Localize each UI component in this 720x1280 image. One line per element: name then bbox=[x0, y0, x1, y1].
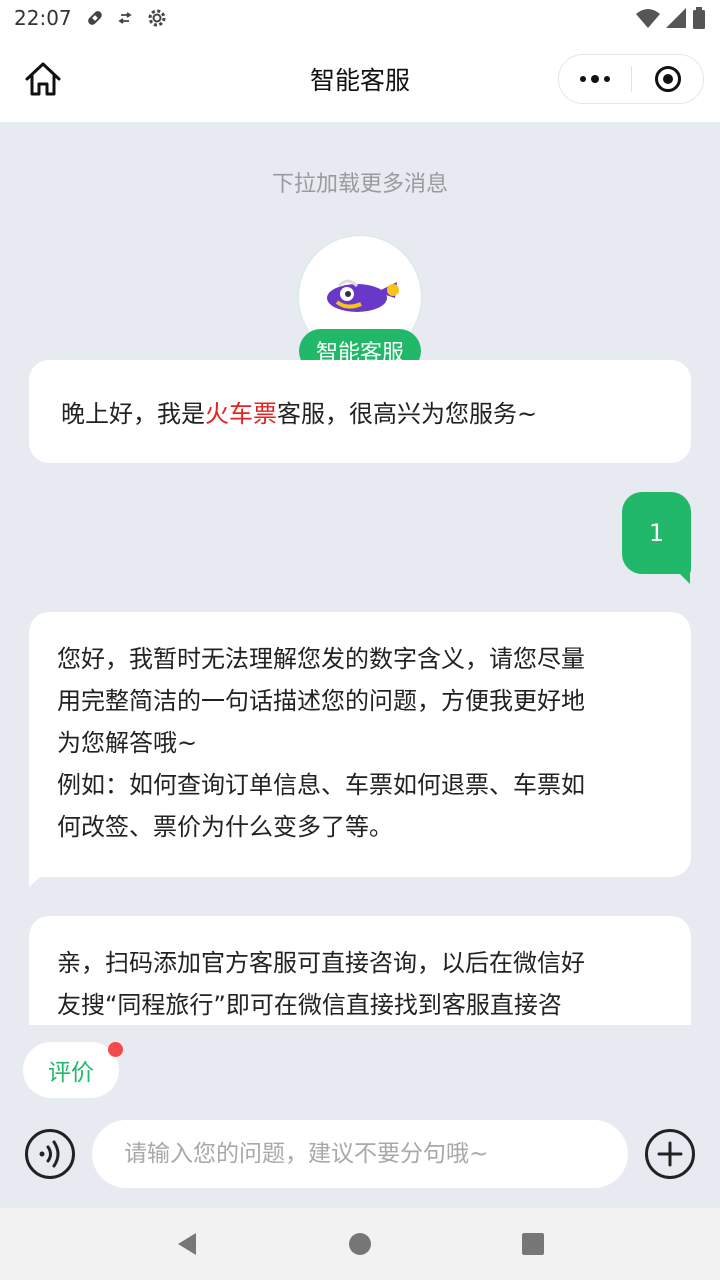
user-bubble-tail bbox=[668, 562, 690, 584]
menu-capsule bbox=[558, 54, 704, 104]
reply-line: 您好，我暂时无法理解您发的数字含义，请您尽量 bbox=[57, 645, 585, 673]
reply-line: 用完整简洁的一句话描述您的问题，方便我更好地 bbox=[57, 687, 585, 715]
recents-icon bbox=[522, 1233, 545, 1255]
greeting-prefix: 晚上好，我是 bbox=[61, 400, 205, 428]
nav-back-button[interactable] bbox=[163, 1220, 211, 1268]
status-bar: 22:07 bbox=[0, 0, 720, 36]
home-circle-icon bbox=[348, 1233, 371, 1255]
nav-recents-button[interactable] bbox=[509, 1220, 557, 1268]
notification-dot bbox=[108, 1042, 123, 1057]
rate-button[interactable]: 评价 bbox=[23, 1042, 119, 1098]
system-nav-bar bbox=[0, 1208, 720, 1280]
reply-bubble-tail bbox=[29, 867, 51, 887]
reply-line: 为您解答哦~ bbox=[57, 729, 198, 757]
greeting-bubble: 晚上好，我是 火车票 客服，很高兴为您服务~ bbox=[29, 360, 691, 463]
battery-icon bbox=[693, 7, 705, 29]
reply-line: 例如：如何查询订单信息、车票如何退票、车票如 bbox=[57, 771, 585, 799]
home-button[interactable] bbox=[22, 58, 64, 100]
voice-icon bbox=[25, 1129, 75, 1179]
settings-icon bbox=[148, 9, 166, 27]
reply-line: 何改签、票价为什么变多了等。 bbox=[57, 813, 393, 841]
data-saver-icon bbox=[118, 12, 132, 24]
voice-button[interactable] bbox=[24, 1128, 76, 1180]
page-title: 智能客服 bbox=[309, 66, 410, 95]
home-icon bbox=[25, 62, 61, 96]
chat-area[interactable]: 下拉加载更多消息 智能客服 晚上好，我是 火车票 客服，很高兴为您服务~ 1 您好，… bbox=[0, 122, 720, 1025]
plus-icon bbox=[645, 1129, 695, 1179]
greeting-highlight: 火车票 bbox=[205, 400, 277, 428]
question-input[interactable] bbox=[92, 1120, 628, 1188]
plus-button[interactable] bbox=[644, 1128, 696, 1180]
back-icon bbox=[177, 1233, 196, 1255]
input-panel: 评价 bbox=[0, 1025, 720, 1208]
qr-info-line: 亲，扫码添加官方客服可直接咨询，以后在微信好 bbox=[57, 949, 585, 977]
more-button[interactable] bbox=[559, 55, 631, 103]
target-icon bbox=[654, 66, 681, 92]
mascot-icon bbox=[327, 279, 399, 312]
nav-header: 智能客服 bbox=[0, 36, 720, 122]
wifi-icon bbox=[636, 9, 660, 28]
nav-home-button[interactable] bbox=[336, 1220, 384, 1268]
reply-bubble: 您好，我暂时无法理解您发的数字含义，请您尽量 用完整简洁的一句话描述您的问题，方… bbox=[29, 612, 691, 877]
bandage-icon bbox=[87, 11, 102, 25]
qr-info-line: 友搜“同程旅行”即可在微信直接找到客服直接咨 bbox=[57, 991, 562, 1019]
more-icon bbox=[591, 75, 599, 83]
signal-icon bbox=[666, 8, 686, 28]
qr-info-bubble: 亲，扫码添加官方客服可直接咨询，以后在微信好 友搜“同程旅行”即可在微信直接找到… bbox=[29, 916, 691, 1025]
greeting-suffix: 客服，很高兴为您服务~ bbox=[277, 400, 538, 428]
load-more-hint: 下拉加载更多消息 bbox=[271, 172, 448, 197]
close-miniprogram-button[interactable] bbox=[632, 55, 703, 103]
status-time: 22:07 bbox=[14, 6, 72, 30]
